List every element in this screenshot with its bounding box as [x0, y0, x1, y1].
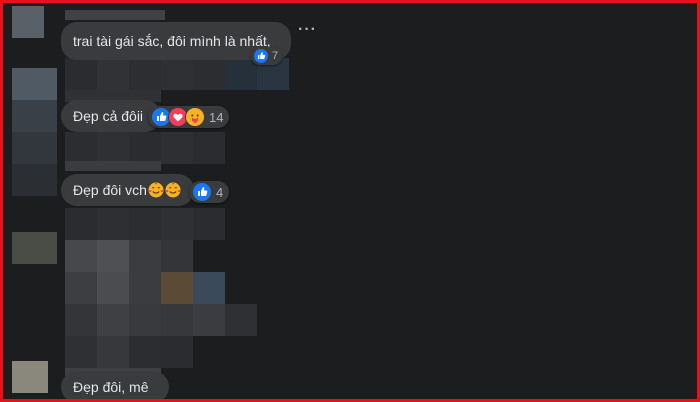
comment-text: Đẹp cả đôii: [73, 108, 144, 124]
comment-text: Đẹp đôi, mê: [73, 379, 149, 395]
comment-text: Đẹp đôi vch: [73, 182, 147, 198]
reaction-count: 4: [216, 184, 224, 200]
more-options-icon[interactable]: ···: [298, 21, 317, 39]
smiling-face-with-hearts-icon: [165, 182, 181, 198]
comment-bubble[interactable]: Đẹp đôi vch: [61, 174, 194, 206]
reaction-count: 7: [272, 50, 279, 62]
comments-screenshot-frame: trai tài gái sắc, đôi mình là nhất, ··· …: [0, 0, 700, 402]
comment-bubble[interactable]: Đẹp đôi, mê: [61, 371, 169, 399]
comment-bubble[interactable]: Đẹp cả đôii: [61, 100, 161, 132]
like-reaction-icon: [192, 182, 212, 202]
like-reaction-icon: [253, 48, 269, 64]
reaction-summary[interactable]: 4: [189, 181, 230, 203]
reaction-count: 14: [209, 109, 224, 125]
reaction-summary[interactable]: 14: [148, 106, 230, 128]
comment-text: trai tài gái sắc, đôi mình là nhất,: [73, 33, 271, 49]
reaction-summary[interactable]: 7: [251, 47, 283, 65]
smiling-face-with-hearts-icon: [148, 182, 164, 198]
care-reaction-icon: [185, 107, 205, 127]
